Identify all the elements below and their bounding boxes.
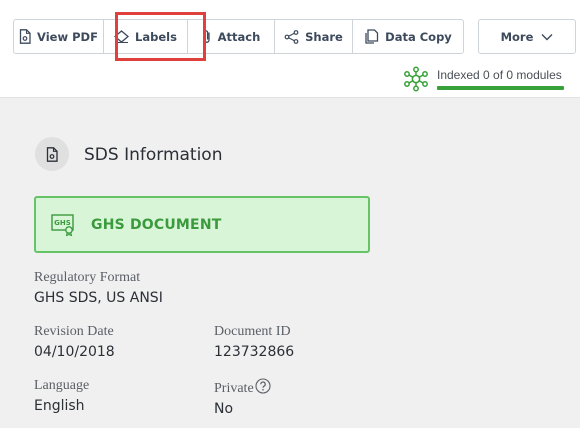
view-pdf-button[interactable]: View PDF xyxy=(14,20,104,53)
document-id-field: Document ID 123732866 xyxy=(214,324,294,360)
more-menu-button[interactable]: More xyxy=(478,19,576,54)
language-label: Language xyxy=(34,378,90,393)
labels-button[interactable]: Labels xyxy=(104,20,188,53)
private-value: No xyxy=(214,401,234,417)
svg-text:GHS: GHS xyxy=(54,219,71,227)
view-pdf-label: View PDF xyxy=(37,29,98,44)
indexed-status: Indexed 0 of 0 modules xyxy=(403,66,564,92)
ghs-document-banner: GHS GHS DOCUMENT xyxy=(34,196,370,253)
label-tag-icon xyxy=(114,30,130,43)
private-label: Private xyxy=(214,381,254,396)
share-label: Share xyxy=(305,29,343,44)
more-label: More xyxy=(500,29,534,44)
indexed-progress-bar xyxy=(437,86,564,90)
data-copy-label: Data Copy xyxy=(385,29,452,44)
private-label-row: Private xyxy=(214,378,271,397)
revision-date-label: Revision Date xyxy=(34,324,114,339)
chevron-down-icon xyxy=(541,33,553,40)
document-settings-icon xyxy=(46,146,58,162)
document-id-label: Document ID xyxy=(214,324,291,339)
section-title: SDS Information xyxy=(84,145,223,165)
document-id-value: 123732866 xyxy=(214,344,295,360)
revision-date-field: Revision Date 04/10/2018 xyxy=(34,324,115,360)
indexed-label: Indexed 0 of 0 modules xyxy=(437,68,562,82)
data-copy-icon xyxy=(365,29,379,44)
regulatory-format-value: GHS SDS, US ANSI xyxy=(34,290,163,306)
ghs-certificate-icon: GHS xyxy=(51,213,74,236)
help-question-icon[interactable] xyxy=(255,378,271,394)
share-icon xyxy=(284,29,299,44)
document-toolbar: View PDF Labels Attach Share Data Copy M… xyxy=(13,19,576,54)
attach-label: Attach xyxy=(217,29,261,44)
private-field: Private No xyxy=(214,378,271,417)
share-button[interactable]: Share xyxy=(275,20,353,53)
revision-date-value: 04/10/2018 xyxy=(34,344,115,360)
pdf-file-icon xyxy=(19,29,31,44)
attach-button[interactable]: Attach xyxy=(188,20,275,53)
indexed-text-block: Indexed 0 of 0 modules xyxy=(437,68,564,90)
toolbar-button-group: View PDF Labels Attach Share Data Copy xyxy=(13,19,464,54)
data-copy-button[interactable]: Data Copy xyxy=(353,20,463,53)
regulatory-format-field: Regulatory Format GHS SDS, US ANSI xyxy=(34,270,163,306)
language-field: Language English xyxy=(34,378,89,414)
labels-label: Labels xyxy=(135,29,177,44)
ghs-document-label: GHS DOCUMENT xyxy=(91,216,222,233)
regulatory-format-label: Regulatory Format xyxy=(34,270,141,285)
language-value: English xyxy=(34,398,85,414)
modules-network-icon xyxy=(404,66,428,92)
sds-info-panel: SDS Information GHS GHS DOCUMENT Regulat… xyxy=(0,97,580,428)
section-icon-badge xyxy=(35,137,69,171)
paperclip-icon xyxy=(203,30,210,43)
